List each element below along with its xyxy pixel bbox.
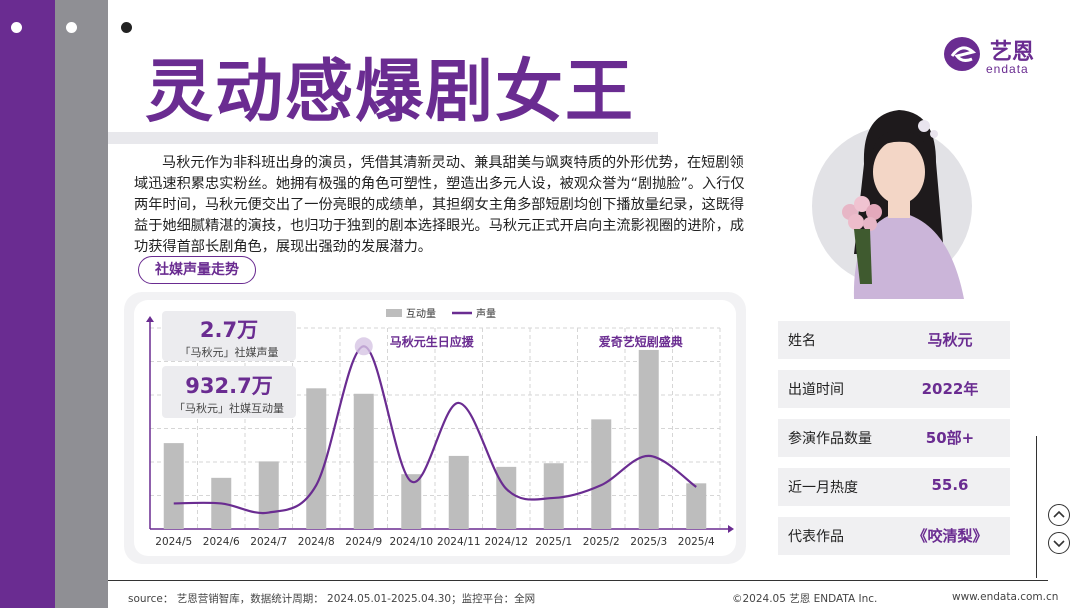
peak-marker (354, 337, 373, 356)
bar (306, 388, 327, 529)
x-tick-label: 2025/3 (630, 536, 667, 548)
profile-value: 《咬清梨》 (912, 527, 988, 545)
nav-up-button[interactable] (1048, 504, 1070, 526)
x-tick-label: 2024/9 (345, 536, 382, 548)
y-axis-arrow (146, 316, 154, 322)
x-tick-label: 2024/7 (250, 536, 287, 548)
page-title: 灵动感爆剧女王 (145, 53, 636, 132)
decor-dot (66, 22, 77, 33)
x-tick-label: 2024/6 (203, 536, 240, 548)
chevron-down-icon (1053, 540, 1065, 548)
profile-value: 55.6 (931, 476, 969, 494)
bar (638, 349, 659, 529)
x-tick-label: 2024/12 (484, 536, 528, 548)
x-tick-label: 2025/2 (583, 536, 620, 548)
left-strip-purple (0, 0, 55, 608)
profile-key: 出道时间 (788, 382, 844, 398)
profile-row: 代表作品 《咬清梨》 (778, 517, 1010, 555)
stat-interact-value: 932.7万 (185, 374, 273, 398)
x-tick-label: 2024/8 (298, 536, 335, 548)
stat-voice-value: 2.7万 (199, 318, 259, 342)
footer-copyright: ©2024.05 艺恩 ENDATA Inc. (732, 593, 878, 605)
chevron-up-icon (1053, 510, 1065, 518)
title-underline (108, 132, 658, 144)
profile-key: 参演作品数量 (788, 431, 872, 447)
bar (353, 393, 374, 529)
bar (591, 419, 612, 529)
stat-voice-label: 「马秋元」社媒声量 (179, 346, 279, 359)
profile-value: 马秋元 (927, 331, 973, 349)
intro-paragraph: 马秋元作为非科班出身的演员，凭借其清新灵动、兼具甜美与飒爽特质的外形优势，在短剧… (134, 155, 745, 255)
x-tick-label: 2025/4 (678, 536, 715, 548)
actress-portrait-image (842, 110, 964, 299)
profile-key: 代表作品 (788, 529, 844, 545)
profile-value: 50部+ (925, 429, 975, 447)
legend-label-line: 声量 (476, 307, 496, 320)
legend-swatch-bar (386, 309, 402, 317)
x-axis-arrow (728, 525, 734, 533)
legend-label-bar: 互动量 (406, 308, 436, 320)
bar (163, 443, 184, 529)
profile-row: 参演作品数量 50部+ (778, 419, 1010, 457)
chart-annotation: 爱奇艺短剧盛典 (599, 334, 683, 349)
x-tick-label: 2024/10 (389, 536, 433, 548)
x-tick-label: 2024/11 (437, 536, 481, 548)
bar (448, 455, 469, 529)
x-tick-label: 2024/5 (155, 536, 192, 548)
bar (686, 483, 707, 529)
bar (496, 466, 517, 529)
stat-interact-label: 「马秋元」社媒互动量 (174, 402, 284, 415)
bar (258, 461, 279, 529)
stat-voice-box: 2.7万 「马秋元」社媒声量 (162, 311, 296, 361)
footer-divider (108, 580, 1048, 581)
section-label-social-trend: 社媒声量走势 (138, 256, 256, 284)
footer-url: www.endata.com.cn (952, 591, 1059, 603)
profile-key: 姓名 (788, 333, 816, 349)
logo-text-en: endata (986, 62, 1029, 76)
x-tick-label: 2025/1 (535, 536, 572, 548)
profile-key: 近一月热度 (788, 480, 858, 496)
chart-annotation: 马秋元生日应援 (390, 334, 475, 349)
profile-value: 2022年 (921, 380, 979, 398)
footer-source: source： 艺恩营销智库，数据统计周期： 2024.05.01-2025.0… (128, 593, 536, 605)
decor-dot (11, 22, 22, 33)
decor-dot (121, 22, 132, 33)
profile-row: 姓名 马秋元 (778, 321, 1010, 359)
nav-down-button[interactable] (1048, 532, 1070, 554)
left-strip-gray (55, 0, 108, 608)
profile-row: 近一月热度 55.6 (778, 468, 1010, 506)
bar (543, 463, 564, 529)
profile-row: 出道时间 2022年 (778, 370, 1010, 408)
stat-interact-box: 932.7万 「马秋元」社媒互动量 (162, 366, 296, 418)
nav-divider-line (1036, 436, 1037, 578)
